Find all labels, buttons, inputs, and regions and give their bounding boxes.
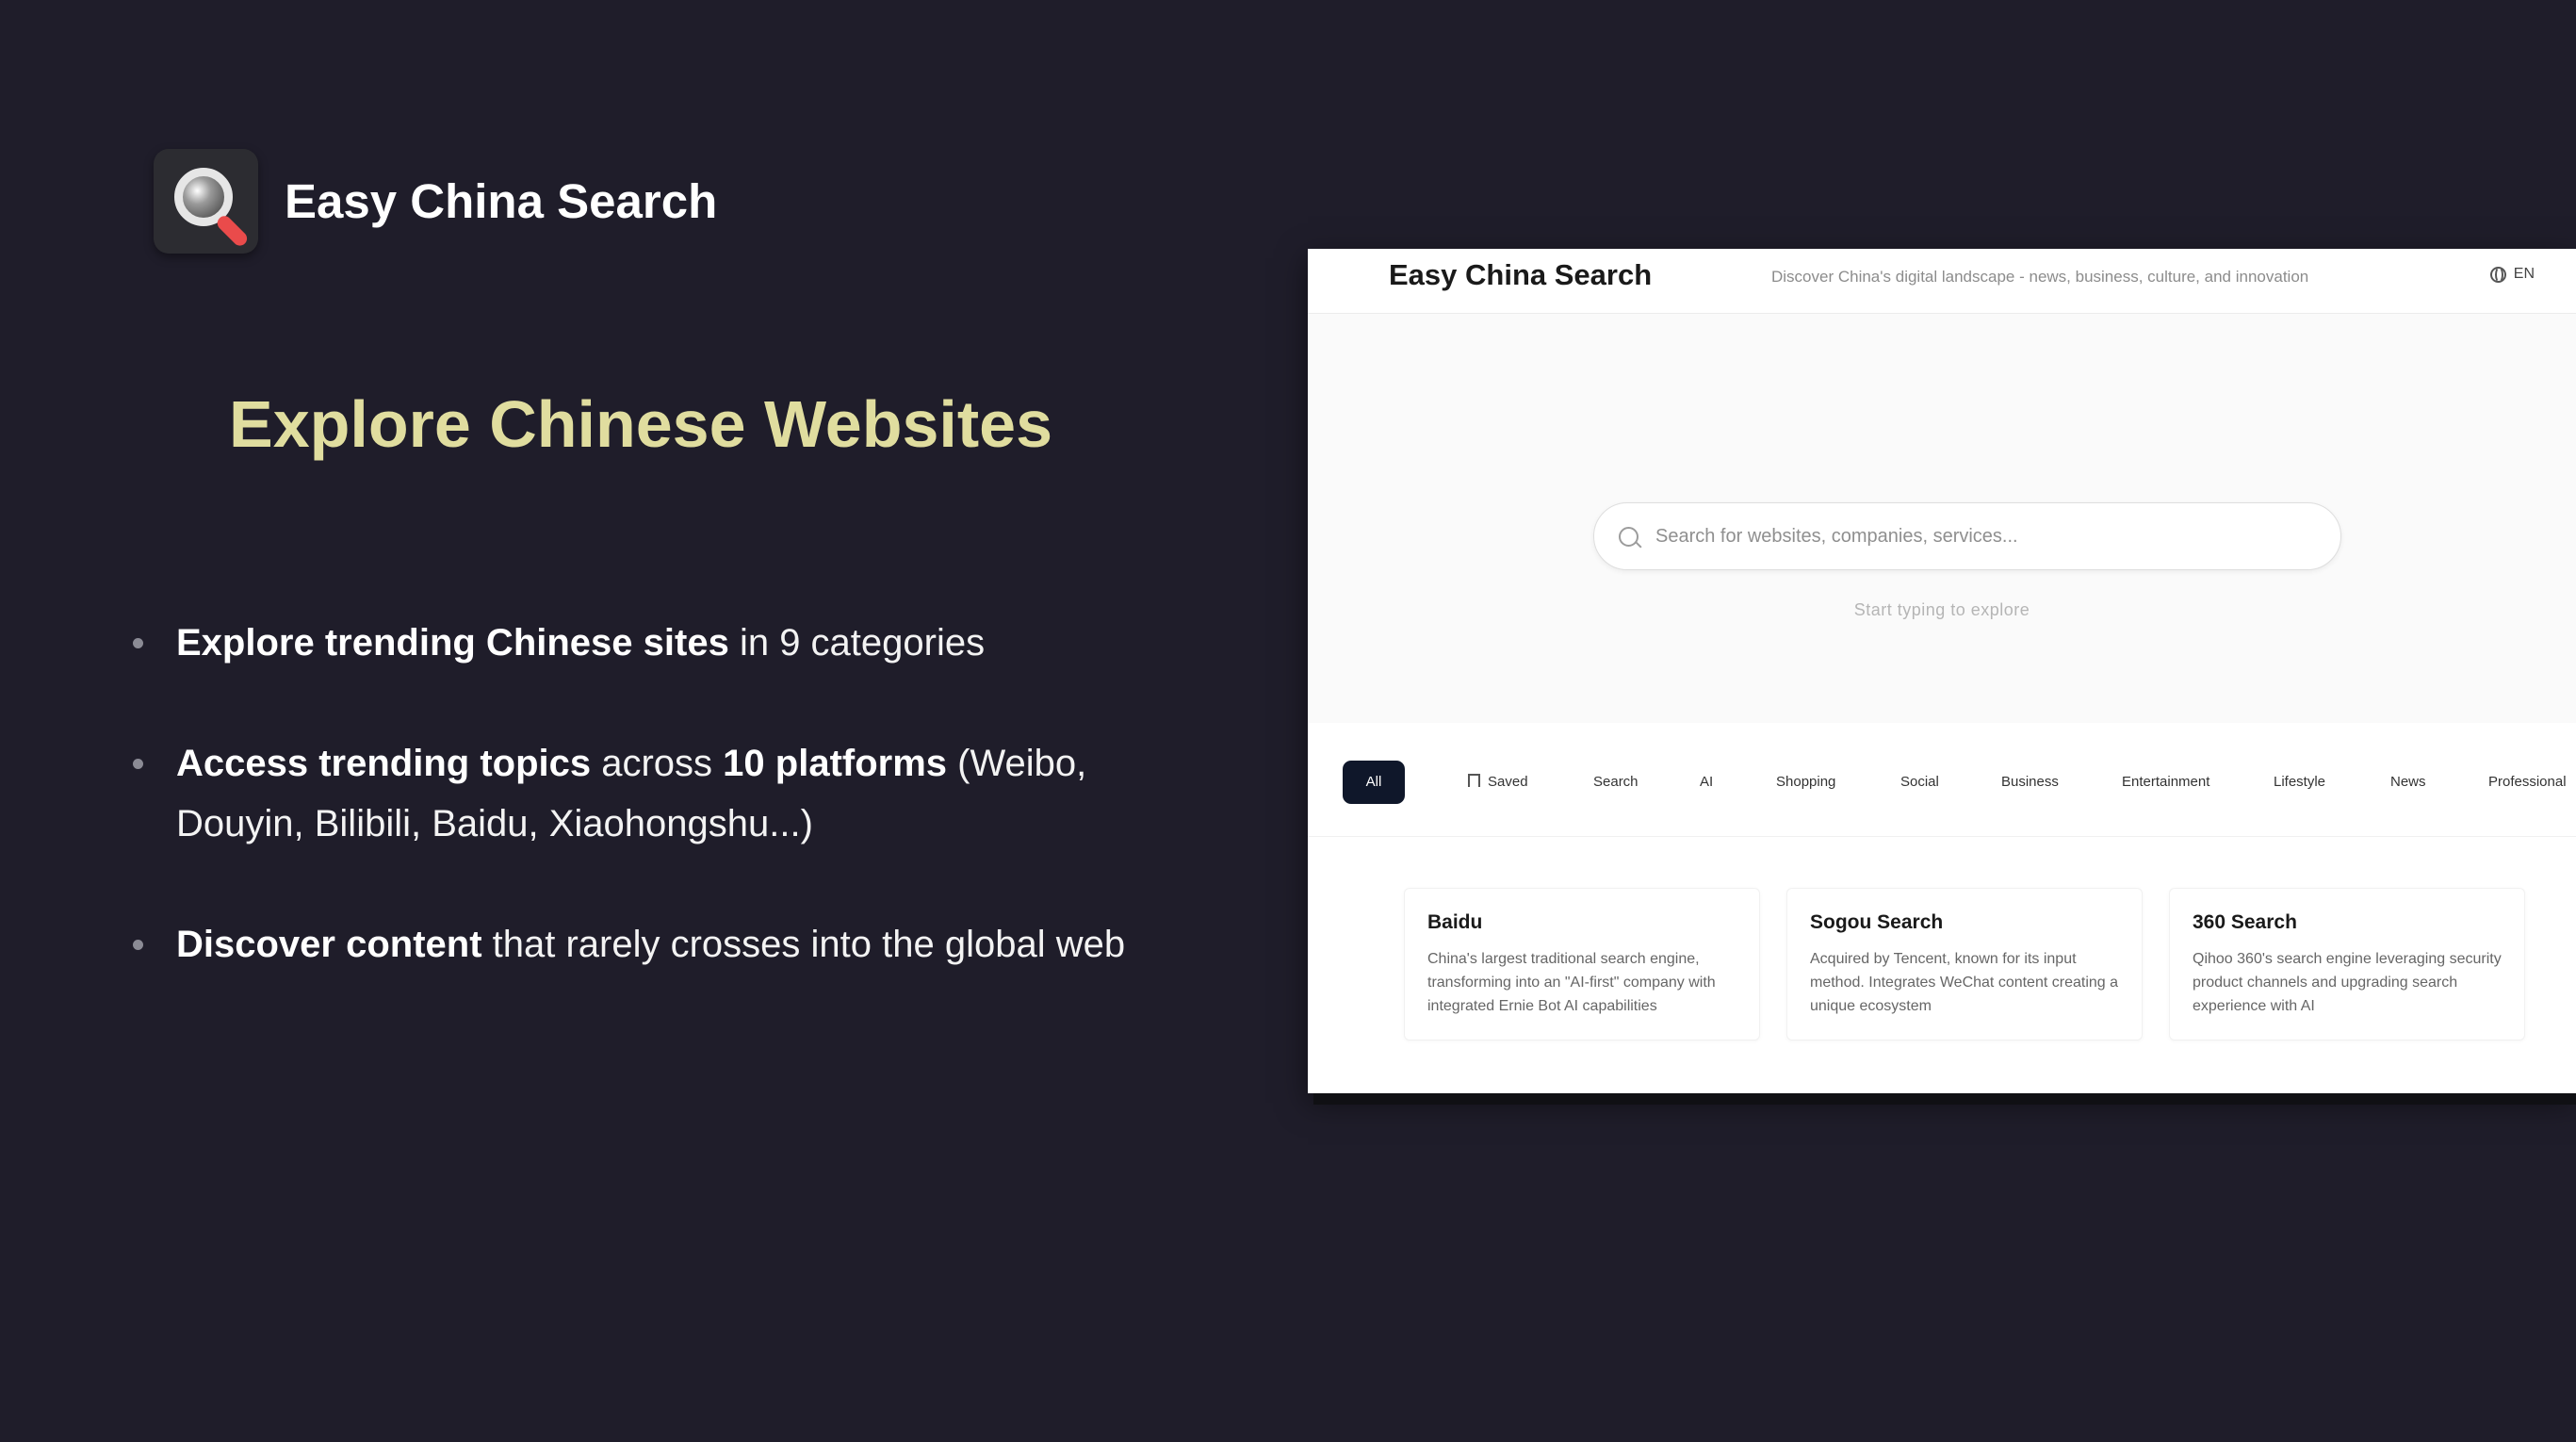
tab-search[interactable]: Search [1593,761,1639,804]
card-title: Sogou Search [1810,911,1944,933]
feature-bold: Discover content [176,924,482,965]
site-card[interactable]: 360 Search Qihoo 360's search engine lev… [2169,888,2525,1041]
feature-bold: 10 platforms [723,743,948,784]
bookmark-icon [1468,774,1480,787]
brand-header: Easy China Search [154,149,717,254]
card-title: 360 Search [2193,911,2297,933]
brand-name: Easy China Search [285,174,718,228]
page-headline: Explore Chinese Websites [229,387,1053,461]
search-hint: Start typing to explore [1853,600,2030,619]
app-title[interactable]: Easy China Search [1389,258,1652,292]
card-description: China's largest traditional search engin… [1427,951,1716,1014]
site-card[interactable]: Sogou Search Acquired by Tencent, known … [1786,888,2143,1041]
feature-item: Access trending topics across 10 platfor… [133,733,1175,854]
tab-professional[interactable]: Professional [2488,761,2567,804]
app-screenshot: Easy China Search Discover China's digit… [1308,249,2576,1093]
tab-lifestyle[interactable]: Lifestyle [2274,761,2325,804]
card-title: Baidu [1427,911,1483,933]
search-icon [1619,526,1639,547]
tab-entertainment[interactable]: Entertainment [2122,761,2209,804]
globe-icon [2489,266,2506,283]
language-switcher[interactable]: EN [2489,266,2535,283]
tab-social[interactable]: Social [1900,761,1939,804]
tab-business[interactable]: Business [2001,761,2059,804]
tab-news[interactable]: News [2390,761,2426,804]
tab-shopping[interactable]: Shopping [1776,761,1835,804]
feature-list: Explore trending Chinese sites in 9 cate… [133,613,1175,1035]
feature-text: across [591,743,724,784]
search-box[interactable] [1593,502,2341,570]
feature-bold: Explore trending Chinese sites [176,622,729,664]
tab-label: Saved [1488,774,1528,790]
search-input[interactable] [1654,524,2340,549]
app-tagline: Discover China's digital landscape - new… [1771,268,2309,286]
app-header: Easy China Search Discover China's digit… [1308,249,2576,314]
tab-ai[interactable]: AI [1700,761,1713,804]
card-description: Qihoo 360's search engine leveraging sec… [2193,951,2502,1014]
search-section: Start typing to explore [1308,314,2576,723]
feature-text: that rarely crosses into the global web [481,924,1126,965]
tab-all[interactable]: All [1343,761,1405,804]
language-label: EN [2513,266,2535,282]
feature-text: in 9 categories [728,622,986,664]
tab-saved[interactable]: Saved [1468,761,1528,804]
feature-item: Discover content that rarely crosses int… [133,914,1175,975]
magnifier-icon [154,149,258,254]
feature-bold: Access trending topics [176,743,592,784]
category-tabs: All Saved Search AI Shopping Social Busi… [1308,723,2576,837]
results-grid: Baidu China's largest traditional search… [1308,837,2576,1093]
site-card[interactable]: Baidu China's largest traditional search… [1404,888,1760,1041]
feature-item: Explore trending Chinese sites in 9 cate… [133,613,1175,673]
card-description: Acquired by Tencent, known for its input… [1810,951,2119,1014]
